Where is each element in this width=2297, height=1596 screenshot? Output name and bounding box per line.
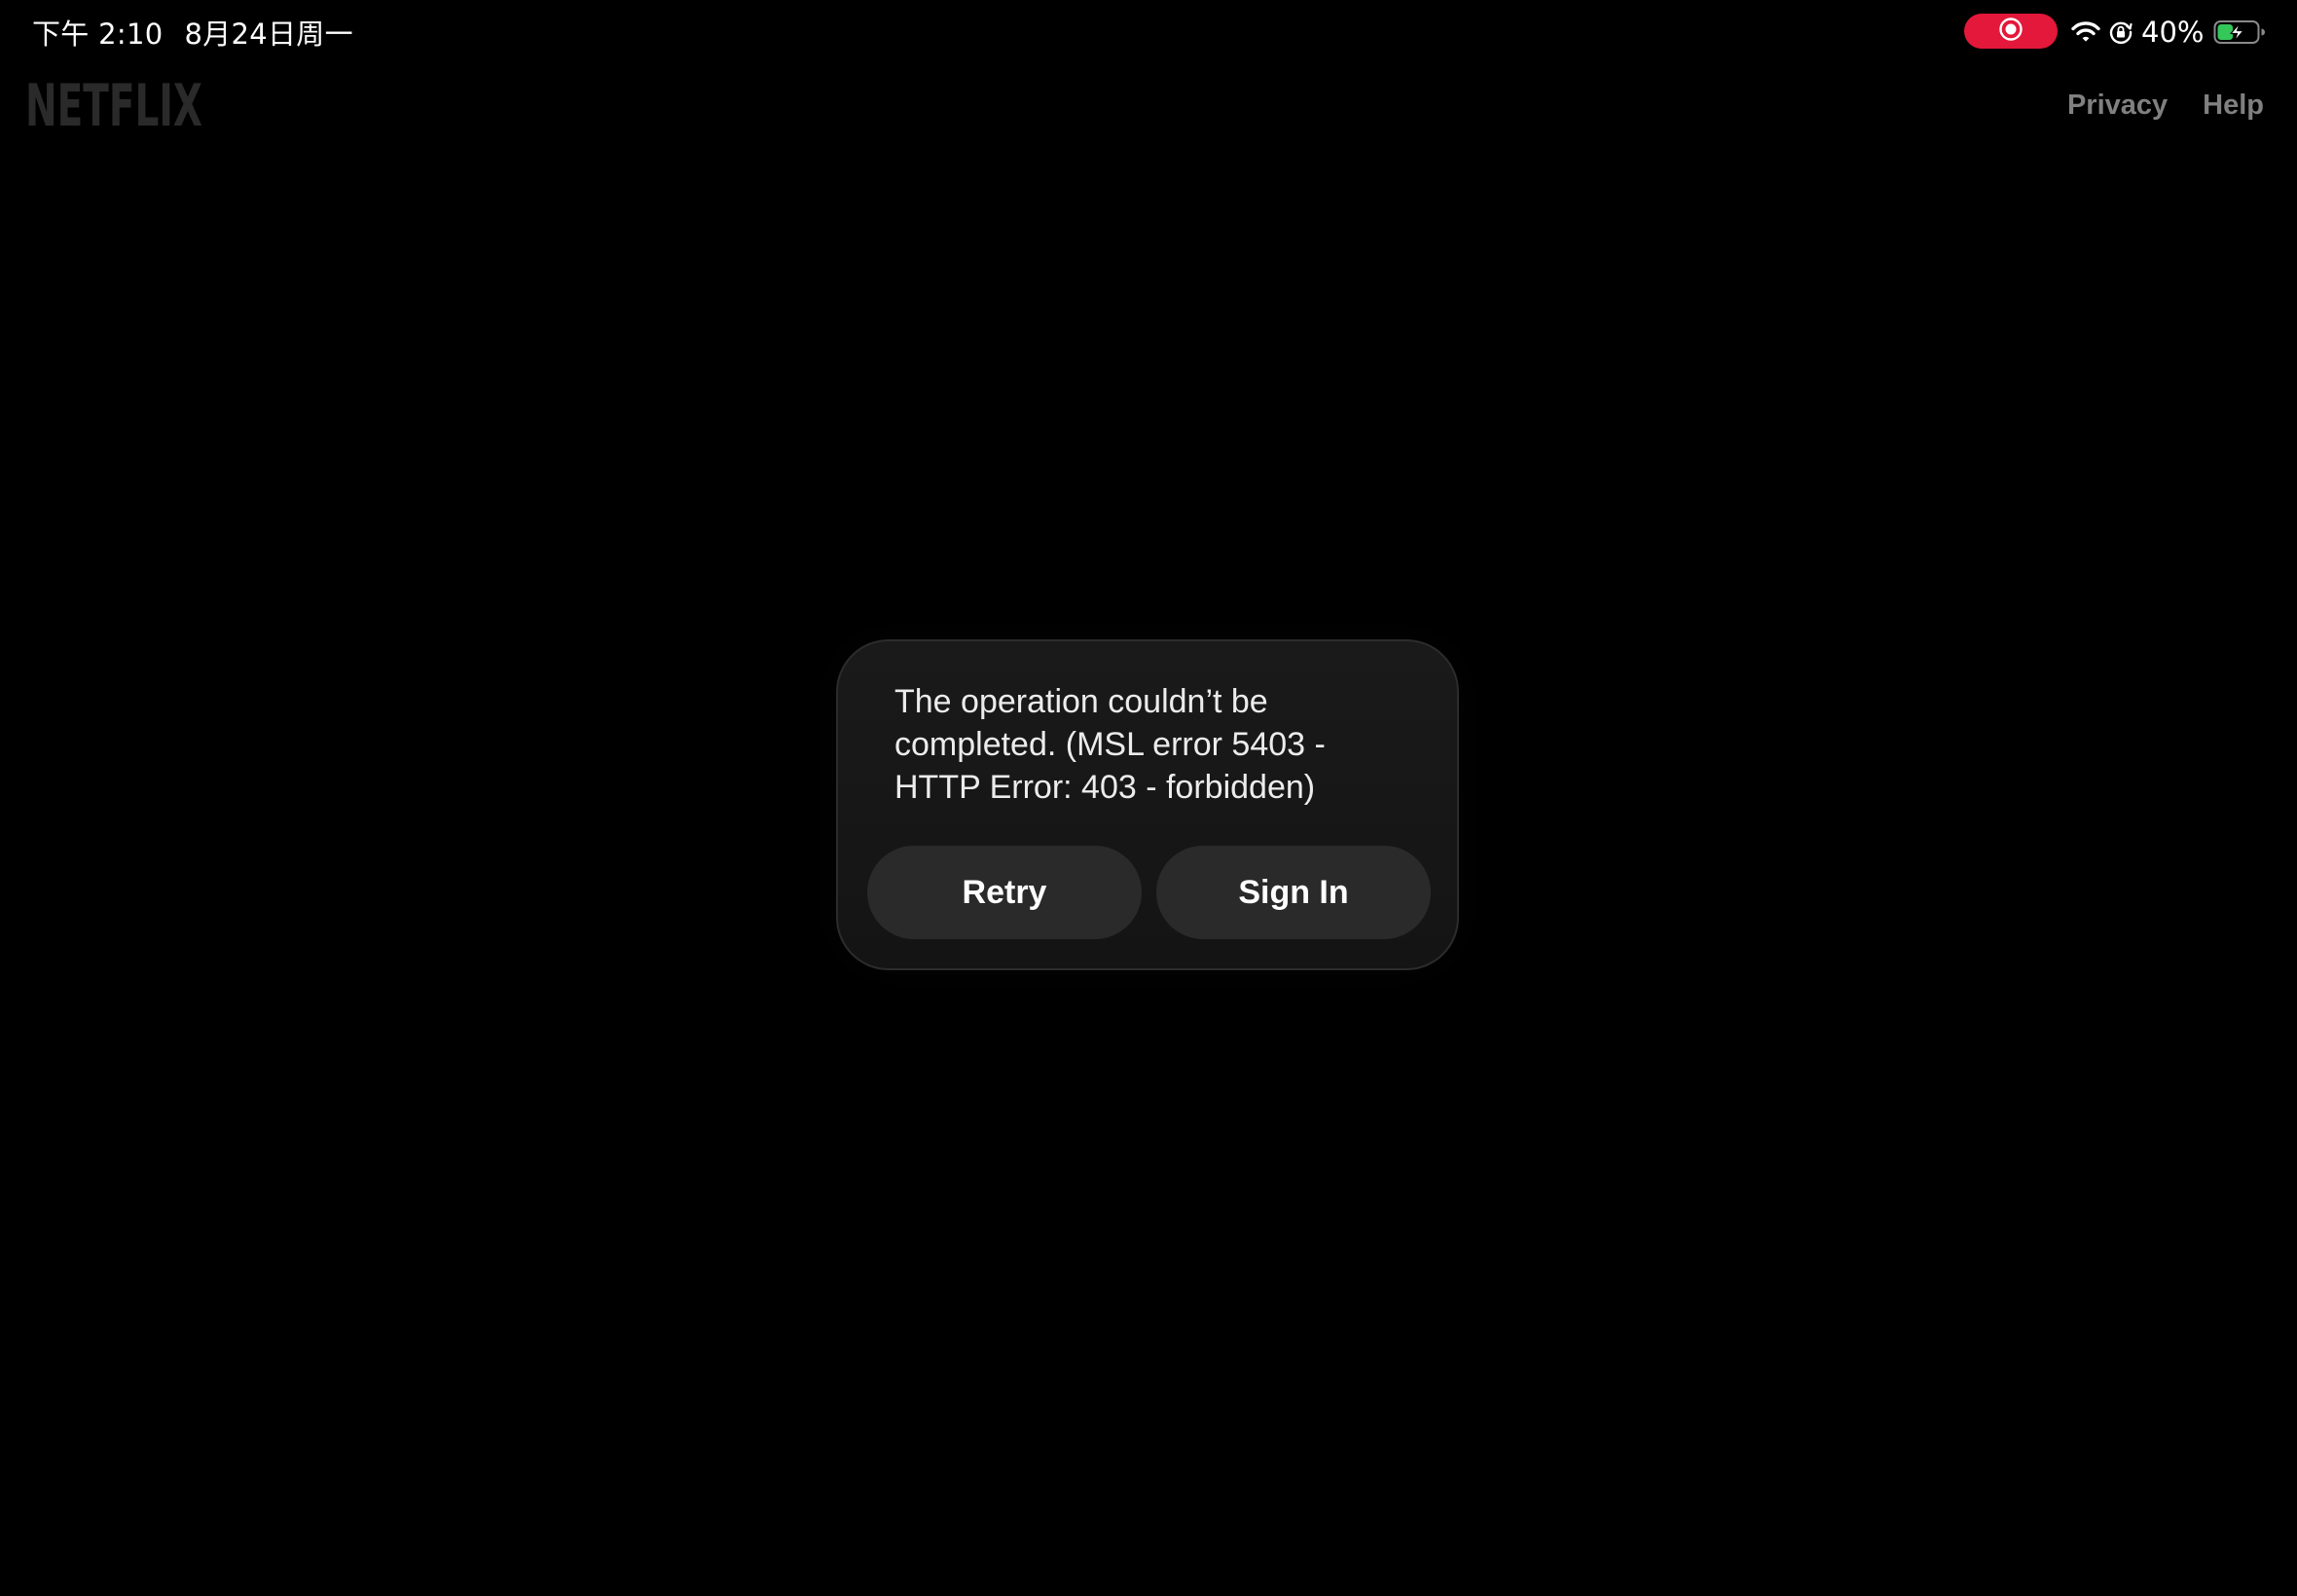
error-alert-dialog: The operation couldn’t be completed. (MS… (836, 639, 1459, 970)
status-bar-right: 40% (2071, 13, 2266, 52)
wifi-icon (2071, 20, 2100, 44)
status-bar-left: 下午 2:10 8月24日周一 (32, 13, 353, 52)
battery-charging-icon (2213, 19, 2266, 45)
netflix-logo: NETFLIX (25, 72, 202, 140)
alert-message: The operation couldn’t be completed. (MS… (894, 683, 1326, 806)
screen-recording-icon (1998, 17, 2024, 46)
status-time: 下午 2:10 (32, 18, 164, 51)
top-links: Privacy Help (2067, 86, 2264, 125)
screen-recording-indicator[interactable] (1964, 14, 2058, 49)
privacy-link[interactable]: Privacy (2067, 90, 2168, 122)
help-link[interactable]: Help (2203, 90, 2264, 122)
retry-button[interactable]: Retry (867, 846, 1142, 939)
status-date: 8月24日周一 (184, 18, 353, 51)
logo-text: NETFLIX (25, 78, 202, 130)
sign-in-button[interactable]: Sign In (1156, 846, 1431, 939)
screen: 下午 2:10 8月24日周一 40% NETFLIX Privacy Help… (0, 0, 2297, 1596)
battery-percent: 40% (2141, 16, 2205, 49)
orientation-lock-icon (2108, 19, 2133, 45)
